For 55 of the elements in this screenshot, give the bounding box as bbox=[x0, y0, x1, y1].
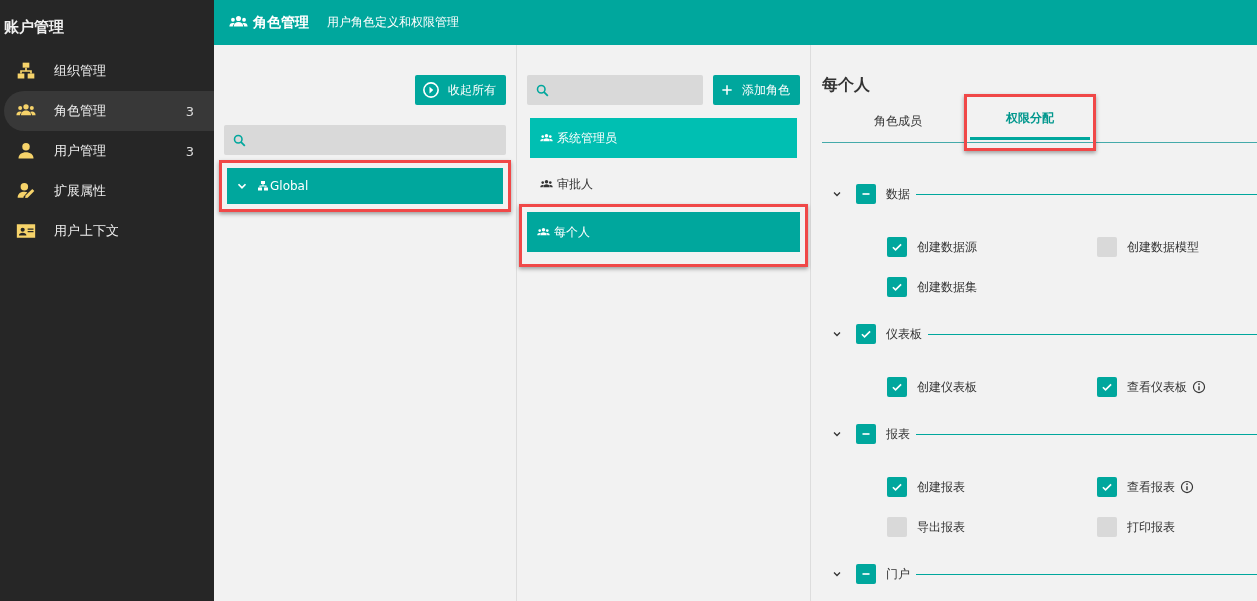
page-title: 角色管理 bbox=[253, 13, 309, 32]
checkbox[interactable] bbox=[856, 564, 876, 584]
checkbox[interactable] bbox=[856, 184, 876, 204]
search-field[interactable] bbox=[224, 125, 507, 155]
page-subtitle: 用户角色定义和权限管理 bbox=[327, 14, 459, 31]
item-label: 用户管理 bbox=[54, 142, 107, 160]
group-label: 仪表板 bbox=[886, 325, 922, 343]
permission-label: 查看报表 bbox=[1127, 478, 1175, 496]
play-circle-icon bbox=[422, 81, 441, 99]
search-icon bbox=[535, 82, 551, 98]
item-label: 组织管理 bbox=[54, 62, 107, 80]
checkbox[interactable] bbox=[887, 237, 907, 257]
tab[interactable]: 角色成员 bbox=[838, 105, 958, 140]
sidebar-item[interactable]: 角色管理 3 bbox=[4, 91, 214, 131]
plus-icon bbox=[720, 83, 734, 97]
permission-label: 创建仪表板 bbox=[917, 378, 977, 396]
checkbox[interactable] bbox=[887, 377, 907, 397]
item-label: 角色管理 bbox=[54, 102, 107, 120]
role-item[interactable]: 审批人 bbox=[530, 164, 797, 204]
org-chart-icon bbox=[16, 61, 36, 81]
checkbox[interactable] bbox=[856, 324, 876, 344]
permission-label: 创建数据集 bbox=[917, 278, 977, 296]
checkbox[interactable] bbox=[1097, 377, 1117, 397]
org-chart-icon bbox=[257, 180, 269, 192]
permission-label: 打印报表 bbox=[1127, 518, 1175, 536]
sidebar-item[interactable]: 组织管理 bbox=[4, 51, 214, 91]
permission-label: 创建报表 bbox=[917, 478, 965, 496]
sidebar-title: 账户管理 bbox=[3, 17, 65, 38]
permission-label: 创建数据模型 bbox=[1127, 238, 1199, 256]
item-count: 3 bbox=[185, 103, 194, 119]
user-edit-icon bbox=[16, 181, 36, 201]
group-label: 报表 bbox=[886, 425, 910, 443]
sidebar-item[interactable]: 用户上下文 bbox=[4, 211, 214, 251]
role-title: 每个人 bbox=[822, 75, 871, 96]
checkbox[interactable] bbox=[887, 277, 907, 297]
user-icon bbox=[16, 141, 36, 161]
sidebar-item[interactable]: 扩展属性 bbox=[4, 171, 214, 211]
permission-label: 导出报表 bbox=[917, 518, 965, 536]
sidebar-item[interactable]: 用户管理 3 bbox=[4, 131, 214, 171]
checkbox[interactable] bbox=[887, 477, 907, 497]
search-field[interactable] bbox=[527, 75, 703, 105]
item-label: 扩展属性 bbox=[54, 182, 107, 200]
item-label: 用户上下文 bbox=[54, 222, 120, 240]
checkbox[interactable] bbox=[856, 424, 876, 444]
checkbox[interactable] bbox=[1097, 477, 1117, 497]
group-label: 数据 bbox=[886, 185, 910, 203]
checkbox[interactable] bbox=[1097, 237, 1117, 257]
id-card-icon bbox=[16, 221, 36, 241]
item-count: 3 bbox=[185, 143, 194, 159]
permission-label: 创建数据源 bbox=[917, 238, 977, 256]
checkbox[interactable] bbox=[1097, 517, 1117, 537]
checkbox[interactable] bbox=[887, 517, 907, 537]
search-icon bbox=[232, 132, 247, 148]
permission-label: 查看仪表板 bbox=[1127, 378, 1187, 396]
group-label: 门户 bbox=[886, 565, 910, 583]
